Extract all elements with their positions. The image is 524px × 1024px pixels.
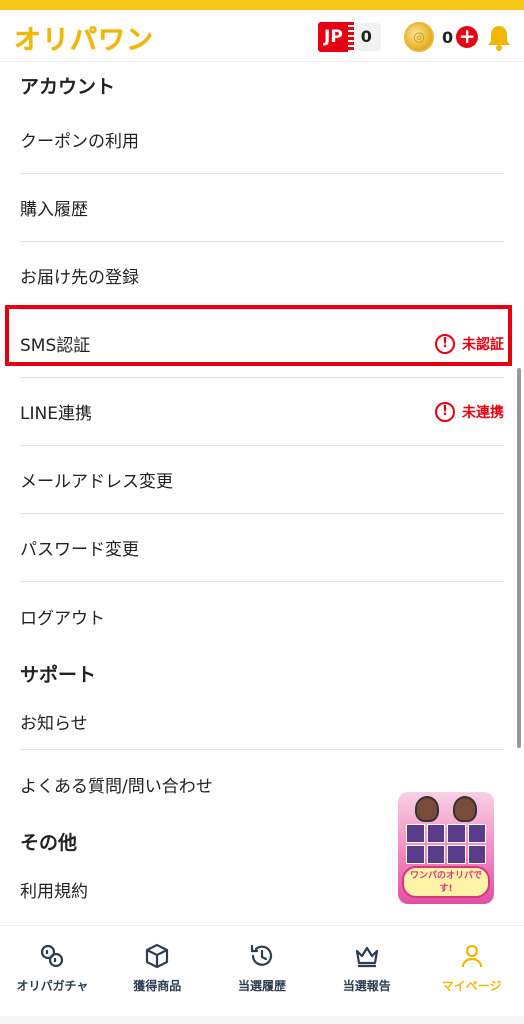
menu-list: アカウント クーポンの利用 購入履歴 お届け先の登録 SMS認証 ! 未認証 L…: [0, 62, 524, 916]
menu-item-label: ログアウト: [20, 608, 105, 629]
menu-item-logout[interactable]: ログアウト: [20, 582, 504, 650]
section-title-account: アカウント: [20, 76, 116, 98]
jp-label: JP: [318, 22, 354, 52]
jp-balance[interactable]: JP 0: [318, 22, 381, 52]
menu-item-label: お知らせ: [20, 714, 88, 734]
box-icon: [146, 943, 169, 969]
alert-icon: !: [435, 401, 455, 422]
scrollbar[interactable]: [517, 368, 521, 748]
nav-report[interactable]: 当選報告: [314, 926, 419, 1024]
app-logo[interactable]: オリパワン: [14, 18, 154, 57]
nav-label: オリパガチャ: [16, 979, 89, 993]
nav-label: 当選履歴: [237, 979, 286, 993]
add-coin-button[interactable]: +: [456, 26, 479, 48]
nav-mypage[interactable]: マイページ: [419, 926, 524, 1024]
menu-item-label: 利用規約: [20, 881, 88, 902]
menu-item-label: 購入履歴: [20, 200, 88, 220]
nav-items[interactable]: 獲得商品: [105, 926, 210, 1024]
bell-icon[interactable]: [486, 24, 512, 52]
menu-item-shipping-address[interactable]: お届け先の登録: [20, 242, 504, 310]
menu-item-coupon[interactable]: クーポンの利用: [20, 106, 504, 174]
history-icon: [250, 944, 272, 966]
menu-item-label: メールアドレス変更: [20, 472, 173, 492]
line-status: ! 未連携: [435, 401, 504, 422]
menu-item-label: LINE連携: [20, 404, 92, 424]
nav-gacha[interactable]: オリパガチャ: [0, 926, 105, 1024]
promo-banner[interactable]: ワンパのオリパです!: [398, 792, 494, 904]
home-indicator-bar: [0, 1016, 524, 1024]
gacha-icon: [41, 944, 64, 968]
menu-item-change-email[interactable]: メールアドレス変更: [20, 446, 504, 514]
user-icon: [461, 944, 482, 968]
banner-card-grid: [406, 824, 486, 864]
app-header: オリパワン JP 0 ◎ 0 +: [0, 10, 524, 62]
sms-highlight-box: [5, 305, 512, 366]
banner-label: ワンパのオリパです!: [402, 866, 490, 898]
menu-item-label: お届け先の登録: [20, 268, 139, 288]
bottom-nav: オリパガチャ 獲得商品 当選履歴 当選報告 マイページ: [0, 925, 524, 1024]
nav-label: マイページ: [441, 979, 502, 993]
coin-balance[interactable]: ◎ 0 +: [404, 22, 479, 52]
nav-label: 獲得商品: [133, 979, 182, 993]
menu-item-purchase-history[interactable]: 購入履歴: [20, 174, 504, 242]
line-status-text: 未連携: [462, 404, 504, 421]
nav-label: 当選報告: [342, 979, 391, 993]
crown-icon: [355, 946, 378, 968]
banner-characters: [408, 796, 484, 826]
menu-item-line-link[interactable]: LINE連携 ! 未連携: [20, 378, 504, 446]
menu-item-change-password[interactable]: パスワード変更: [20, 514, 504, 582]
menu-item-label: クーポンの利用: [20, 132, 139, 152]
menu-item-label: よくある質問/問い合わせ: [20, 776, 213, 797]
nav-history[interactable]: 当選履歴: [210, 926, 315, 1024]
coin-icon: ◎: [404, 22, 434, 52]
section-title-support: サポート: [20, 664, 97, 686]
menu-item-label: パスワード変更: [20, 540, 139, 560]
top-accent-bar: [0, 0, 524, 10]
menu-item-news[interactable]: お知らせ: [20, 694, 504, 750]
coin-value: 0: [442, 27, 454, 47]
